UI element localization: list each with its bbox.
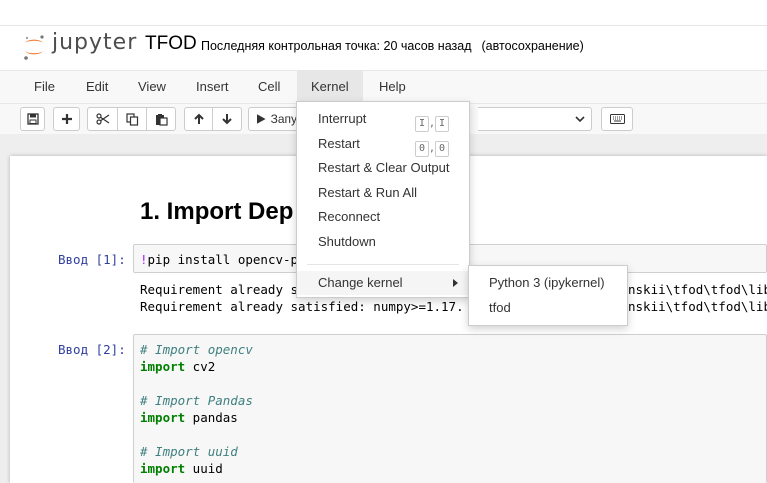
import-keyword: import (140, 410, 186, 425)
shortcut-key: I (415, 116, 429, 132)
menubar: File Edit View Insert Cell Kernel Help (0, 70, 767, 104)
comment-line: # Import Pandas (140, 393, 253, 408)
move-down-button[interactable] (213, 107, 242, 131)
shortcut-key: I (435, 116, 450, 132)
cell1-code-text: pip install opencv-p (147, 252, 299, 267)
kernel-dropdown-menu: Interrupt I,I Restart 0,0 Restart & Clea… (296, 101, 470, 298)
save-icon (26, 113, 39, 125)
jupyter-logo-icon[interactable] (22, 33, 46, 61)
cell1-output-line2-tail: nskii\tfod\tfod\lib (628, 299, 767, 314)
menu-item-restart-clear-output[interactable]: Restart & Clear Output (297, 156, 469, 180)
keyboard-icon (609, 114, 625, 124)
module-name: cv2 (185, 359, 216, 374)
checkpoint-text: Последняя контрольная точка: 20 часов на… (201, 39, 472, 53)
menu-divider (307, 264, 459, 265)
shortcut-key: 0 (435, 141, 450, 157)
cell1-bang: ! (140, 252, 148, 267)
cut-icon (95, 113, 109, 125)
menu-item-label: Change kernel (318, 275, 403, 290)
copy-button[interactable] (118, 107, 147, 131)
insert-cell-button[interactable] (53, 107, 80, 131)
cell1-output-line1-tail: nskii\tfod\tfod\lib (628, 282, 767, 297)
arrow-up-icon (193, 113, 204, 124)
submenu-item-tfod[interactable]: tfod (469, 296, 627, 320)
menu-insert[interactable]: Insert (182, 71, 243, 103)
change-kernel-submenu: Python 3 (ipykernel) tfod (468, 265, 628, 326)
menu-file[interactable]: File (20, 71, 69, 103)
import-keyword: import (140, 359, 186, 374)
menu-item-change-kernel[interactable]: Change kernel (297, 271, 469, 295)
cell2-prompt: Ввод [2]: (58, 342, 126, 357)
cell1-code: !pip install opencv-p (140, 251, 298, 268)
submenu-item-python3[interactable]: Python 3 (ipykernel) (469, 271, 627, 295)
menu-item-label: Interrupt (318, 111, 367, 126)
comment-line: # Import uuid (140, 444, 238, 459)
menu-item-restart[interactable]: Restart 0,0 (297, 132, 469, 157)
menu-kernel[interactable]: Kernel (297, 71, 363, 103)
chevron-down-icon (575, 116, 585, 123)
menu-help[interactable]: Help (365, 71, 420, 103)
cell1-output-line2: Requirement already satisfied: numpy>=1.… (140, 299, 464, 314)
cell-type-select[interactable] (478, 107, 592, 131)
cut-button[interactable] (87, 107, 118, 131)
run-button[interactable]: Запу (248, 107, 298, 131)
import-keyword: import (140, 461, 186, 476)
cell1-output-line1: Requirement already s (140, 282, 299, 297)
checkpoint-status: Последняя контрольная точка: 20 часов на… (201, 39, 584, 53)
menu-edit[interactable]: Edit (72, 71, 122, 103)
copy-icon (125, 112, 138, 126)
paste-icon (155, 113, 168, 126)
cell2-code: # Import opencv import cv2 # Import Pand… (140, 341, 253, 477)
autosave-status: (автосохранение) (481, 39, 584, 53)
menu-cell[interactable]: Cell (244, 71, 294, 103)
jupyter-logo-text[interactable]: jupyter (52, 30, 137, 55)
command-palette-button[interactable] (601, 107, 633, 131)
run-label: Запу (270, 112, 297, 126)
play-icon (257, 114, 266, 124)
markdown-heading[interactable]: 1. Import Dep (140, 198, 293, 226)
shortcut-key: 0 (415, 141, 429, 157)
arrow-down-icon (222, 114, 232, 125)
menu-view[interactable]: View (124, 71, 180, 103)
menu-item-label: Restart (318, 136, 360, 151)
menu-item-shutdown[interactable]: Shutdown (297, 230, 469, 254)
comment-line: # Import opencv (140, 342, 253, 357)
move-up-button[interactable] (184, 107, 213, 131)
menu-item-interrupt[interactable]: Interrupt I,I (297, 107, 469, 132)
menu-item-restart-run-all[interactable]: Restart & Run All (297, 181, 469, 205)
caret-right-icon (453, 279, 458, 287)
plus-icon (61, 114, 72, 124)
paste-button[interactable] (147, 107, 176, 131)
notebook-title[interactable]: TFOD (145, 33, 197, 55)
menu-item-reconnect[interactable]: Reconnect (297, 205, 469, 229)
save-button[interactable] (20, 107, 45, 131)
cell1-prompt: Ввод [1]: (58, 252, 126, 267)
module-name: uuid (185, 461, 223, 476)
browser-top-strip (0, 0, 767, 26)
module-name: pandas (185, 410, 238, 425)
